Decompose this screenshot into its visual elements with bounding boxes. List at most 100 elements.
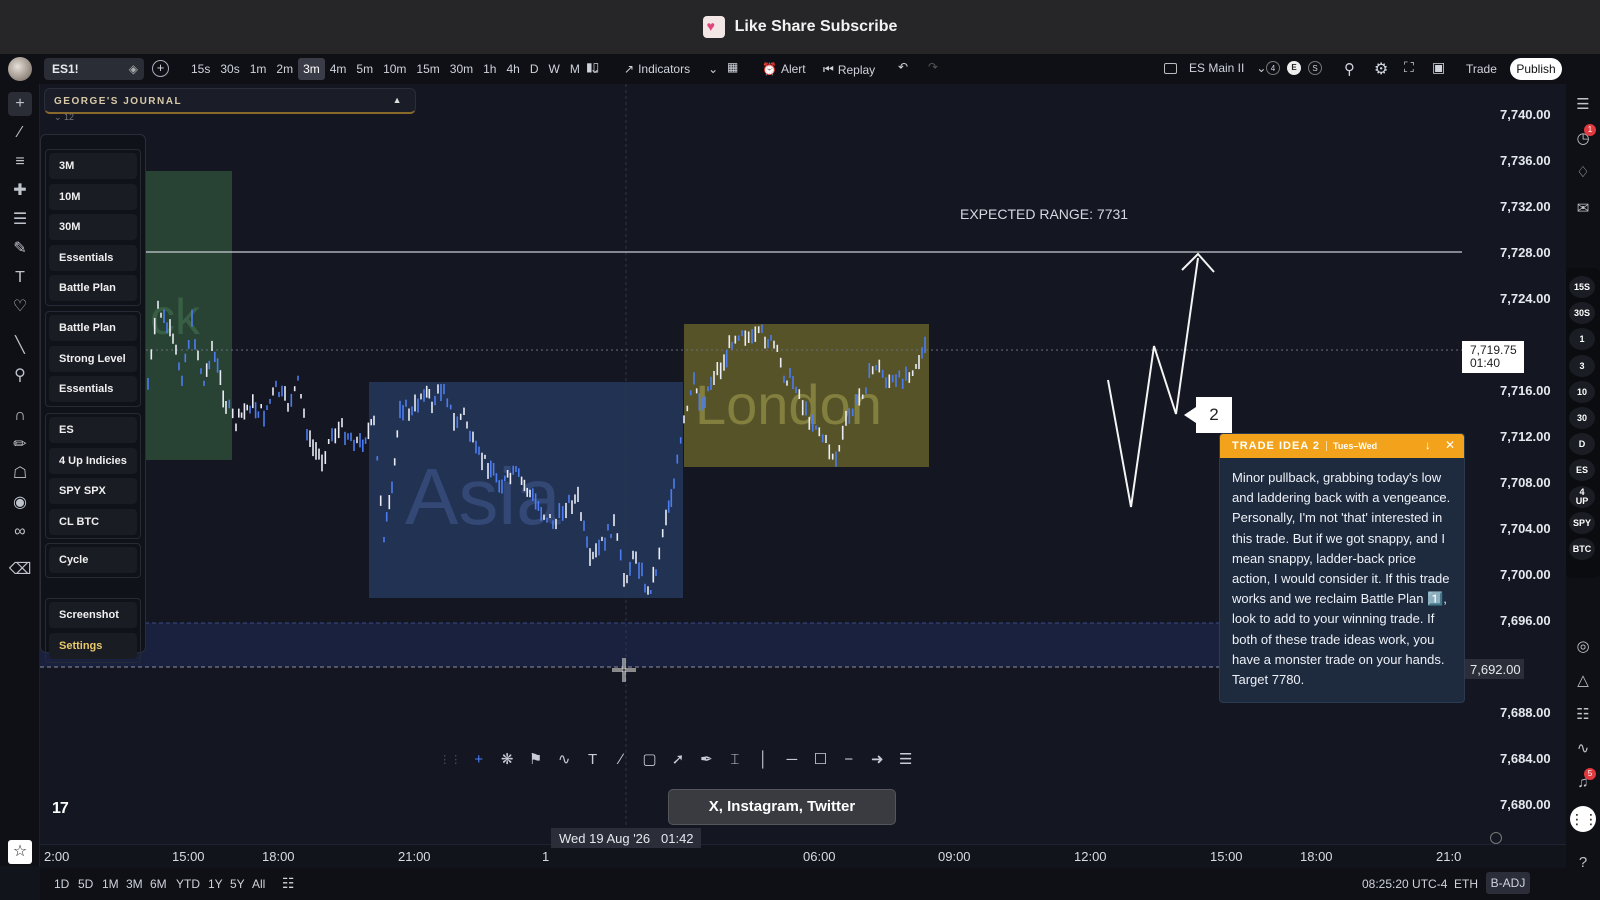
layers-icon[interactable]: ♢ xyxy=(1572,162,1594,184)
clock-readout[interactable]: 08:25:20 UTC-4 xyxy=(1362,877,1447,891)
rectangle-tool-icon[interactable]: ▢ xyxy=(635,750,663,768)
quick-interval-1[interactable]: 1 xyxy=(1569,328,1595,351)
e-badge[interactable]: E xyxy=(1287,61,1301,75)
vertical-line-icon[interactable]: │ xyxy=(749,751,777,768)
price-axis[interactable]: 7,740.00 7,736.00 7,732.00 7,728.00 7,724.00… xyxy=(1494,84,1566,844)
journal-item-screenshot[interactable]: Screenshot xyxy=(49,602,137,628)
forecast-tool-icon[interactable]: ☰ xyxy=(8,208,32,232)
journal-item-3m[interactable]: 3M xyxy=(49,153,137,179)
journal-item-spy-spx[interactable]: SPY SPX xyxy=(49,478,137,505)
journal-item-cycle[interactable]: Cycle xyxy=(49,547,137,573)
pyramid-icon[interactable]: △ xyxy=(1572,670,1594,692)
interval-10m[interactable]: 10m xyxy=(378,58,411,80)
quick-interval-spy[interactable]: SPY xyxy=(1569,511,1595,534)
session-toggle[interactable]: ETH xyxy=(1454,877,1478,891)
close-icon[interactable]: ✕ xyxy=(1445,438,1456,452)
journal-item-settings[interactable]: Settings xyxy=(49,632,137,659)
heart-icon[interactable]: ♡ xyxy=(8,295,32,319)
text-tool-icon[interactable]: T xyxy=(8,266,32,290)
journal-item-10m[interactable]: 10M xyxy=(49,183,137,210)
journal-header[interactable]: GEORGE'S JOURNAL ▲ xyxy=(44,88,416,114)
interval-W[interactable]: W xyxy=(544,58,565,80)
drag-handle-icon[interactable]: ⋮⋮ xyxy=(436,753,464,766)
journal-item-essentials[interactable]: Essentials xyxy=(49,376,137,403)
range-button-6m[interactable]: 6M xyxy=(150,877,167,891)
chat-icon[interactable]: ✉ xyxy=(1572,198,1594,220)
quick-interval-btc[interactable]: BTC xyxy=(1569,538,1595,560)
adjust-toggle[interactable]: B-ADJ xyxy=(1486,872,1530,894)
range-button-ytd[interactable]: YTD xyxy=(176,877,200,891)
trade-button[interactable]: Trade xyxy=(1466,62,1497,76)
journal-item-es[interactable]: ES xyxy=(49,417,137,443)
quick-interval-15s[interactable]: 15S xyxy=(1569,276,1595,298)
ray-tool-icon[interactable]: ➚ xyxy=(664,750,692,768)
anchor-tool-icon[interactable]: ❋ xyxy=(493,750,521,768)
eye-icon[interactable]: ◉ xyxy=(8,491,32,515)
quick-interval-30[interactable]: 30 xyxy=(1569,407,1595,429)
vertical-text-icon[interactable]: ⌶ xyxy=(721,751,749,768)
wave-tool-icon[interactable]: ∿ xyxy=(550,750,578,768)
s-badge[interactable]: S xyxy=(1308,61,1322,75)
collapse-triangle-icon[interactable]: ▲ xyxy=(393,95,403,105)
interval-1h[interactable]: 1h xyxy=(478,58,501,80)
gear-icon[interactable]: ⚙ xyxy=(1374,59,1388,79)
journal-item-essentials[interactable]: Essentials xyxy=(49,244,137,271)
add-symbol-icon[interactable]: + xyxy=(152,60,169,77)
watchlist-icon[interactable]: ☰ xyxy=(1572,94,1594,116)
interval-D[interactable]: D xyxy=(525,58,544,80)
comment-icon[interactable]: ☐ xyxy=(806,750,834,768)
horizontal-ray-icon[interactable]: ─ xyxy=(778,751,806,768)
broadcast-icon[interactable]: ∿ xyxy=(1572,738,1594,760)
extended-line-icon[interactable]: ➜ xyxy=(863,750,891,768)
horizontal-line-icon[interactable]: − xyxy=(835,751,863,768)
journal-item-battle-plan[interactable]: Battle Plan xyxy=(49,315,137,341)
flag-tool-icon[interactable]: ⚑ xyxy=(521,750,549,768)
pin-icon[interactable]: ↓ xyxy=(1425,438,1432,452)
quick-interval-10[interactable]: 10 xyxy=(1569,380,1595,403)
zoom-icon[interactable]: ⚲ xyxy=(8,364,32,388)
line-tool-icon[interactable]: ∕ xyxy=(607,751,635,768)
undo-icon[interactable]: ↶ xyxy=(898,60,908,74)
target-icon[interactable]: ◎ xyxy=(1572,636,1594,658)
interval-5m[interactable]: 5m xyxy=(351,58,378,80)
journal-item-30m[interactable]: 30M xyxy=(49,214,137,241)
time-axis[interactable]: 2:00 15:00 18:00 21:00 1 06:00 09:00 12:00 15:00… xyxy=(40,844,1566,868)
range-button-all[interactable]: All xyxy=(252,877,265,891)
fullscreen-icon[interactable]: ⛶ xyxy=(1404,59,1414,76)
interval-2m[interactable]: 2m xyxy=(271,58,298,80)
ruler-icon[interactable]: ╲ xyxy=(8,334,32,358)
calendar-icon[interactable]: ☷ xyxy=(282,875,295,892)
interval-30m[interactable]: 30m xyxy=(445,58,478,80)
layout-selector[interactable]: ES Main II ⌄ xyxy=(1164,61,1266,75)
alert-button[interactable]: ⏰ Alert xyxy=(762,62,806,76)
range-button-3m[interactable]: 3M xyxy=(126,877,143,891)
publish-button[interactable]: Publish xyxy=(1510,58,1562,80)
journal-item-4-up-indicies[interactable]: 4 Up Indicies xyxy=(49,447,137,474)
interval-15s[interactable]: 15s xyxy=(186,58,215,80)
journal-item-strong-level[interactable]: Strong Level xyxy=(49,345,137,372)
pen-tool-icon[interactable]: ✒ xyxy=(692,750,720,768)
lock-icon[interactable]: ☖ xyxy=(8,462,32,486)
interval-M[interactable]: M xyxy=(565,58,585,80)
text-tool-icon[interactable]: T xyxy=(578,751,606,768)
range-button-5y[interactable]: 5Y xyxy=(230,877,245,891)
journal-item-battle-plan[interactable]: Battle Plan xyxy=(49,275,137,302)
clock-settings-icon[interactable] xyxy=(1490,832,1502,844)
interval-4h[interactable]: 4h xyxy=(501,58,524,80)
layout-grid-icon[interactable]: ▦ xyxy=(727,60,738,74)
interval-15m[interactable]: 15m xyxy=(411,58,444,80)
bar-style-icon[interactable]: ▮▯ xyxy=(586,60,599,74)
replay-button[interactable]: ⏮ Replay xyxy=(823,62,875,77)
interval-30s[interactable]: 30s xyxy=(215,58,244,80)
trash-icon[interactable]: ⌫ xyxy=(8,558,32,582)
trendline-tool-icon[interactable]: ∕ xyxy=(8,121,32,145)
range-button-5d[interactable]: 5D xyxy=(78,877,93,891)
link-icon[interactable]: ∞ xyxy=(8,520,32,544)
pattern-tool-icon[interactable]: ✚ xyxy=(8,179,32,203)
pencil-lock-icon[interactable]: ✏ xyxy=(8,433,32,457)
brush-tool-icon[interactable]: ✎ xyxy=(8,237,32,261)
favorites-star-icon[interactable]: ☆ xyxy=(8,840,32,864)
camera-icon[interactable]: ▣ xyxy=(1432,59,1445,76)
range-button-1m[interactable]: 1M xyxy=(102,877,119,891)
apps-grid-icon[interactable]: ⋮⋮ xyxy=(1570,806,1598,832)
